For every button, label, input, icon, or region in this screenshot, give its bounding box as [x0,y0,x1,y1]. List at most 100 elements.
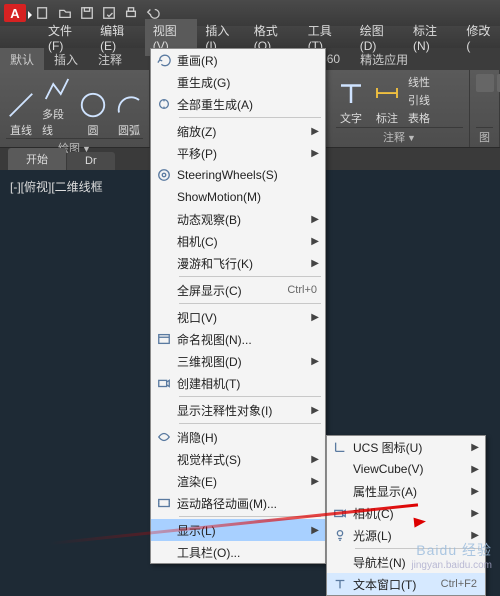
menu-item-icon [151,53,177,67]
chevron-right-icon: ▶ [311,454,319,465]
viewport-label[interactable]: [-][俯视][二维线框 [10,178,103,195]
chevron-right-icon: ▶ [311,126,319,137]
view-menu-item-10[interactable]: 全屏显示(C)Ctrl+0 [151,279,325,301]
view-menu-item-8[interactable]: 相机(C)▶ [151,230,325,252]
menu-item-label: 全部重生成(A) [177,96,325,113]
tab-start[interactable]: 开始 [8,148,66,170]
view-menu-item-11[interactable]: 视口(V)▶ [151,306,325,328]
ribbon-tab-annotate[interactable]: 注释 [88,48,132,71]
menu-separator [179,303,321,304]
circle-label: 圆 [88,122,99,138]
menu-item-label: 重画(R) [177,52,325,69]
chevron-right-icon: ▶ [311,312,319,323]
panel-draw: 直线 多段线 圆 圆弧 绘图▼ [0,70,150,147]
menu-item-label: 显示(L) [177,522,325,539]
line-label: 直线 [10,122,32,138]
menu-bar: 文件(F) 编辑(E) 视图(V) 插入(I) 格式(O) 工具(T) 绘图(D… [0,26,500,48]
menu-item-label: 平移(P) [177,145,325,162]
view-menu-item-17[interactable]: 视觉样式(S)▶ [151,448,325,470]
menu-item-icon [151,97,177,111]
chevron-right-icon: ▶ [471,442,479,453]
chevron-right-icon: ▶ [471,486,479,497]
view-menu-item-18[interactable]: 渲染(E)▶ [151,470,325,492]
menu-modify[interactable]: 修改( [458,19,500,56]
leader-button[interactable]: 引线 [408,92,430,108]
chevron-right-icon: ▶ [471,464,479,475]
tab-drawing[interactable]: Dr [67,152,115,170]
circle-button[interactable]: 圆 [78,90,108,138]
view-menu-item-0[interactable]: 重画(R) [151,49,325,71]
watermark-url: jingyan.baidu.com [411,560,492,571]
submenu-item-label: 属性显示(A) [353,483,485,500]
view-menu-item-2[interactable]: 全部重生成(A) [151,93,325,115]
menu-item-label: 创建相机(T) [177,375,325,392]
view-menu-item-1[interactable]: 重生成(G) [151,71,325,93]
display-submenu-item-2[interactable]: 属性显示(A)▶ [327,480,485,502]
chevron-right-icon: ▶ [311,405,319,416]
menu-item-icon [151,430,177,444]
arc-label: 圆弧 [118,122,140,138]
dimension-label: 标注 [376,110,398,126]
watermark: Baidu 经验 jingyan.baidu.com [411,540,492,571]
menu-item-label: 重生成(G) [177,74,325,91]
submenu-item-label: 文本窗口(T) [353,576,441,593]
menu-item-label: SteeringWheels(S) [177,168,325,182]
arc-button[interactable]: 圆弧 [114,90,144,138]
text-button[interactable]: 文字 [336,78,366,126]
submenu-item-icon [327,528,353,542]
view-menu-item-3[interactable]: 缩放(Z)▶ [151,120,325,142]
view-menu-item-19[interactable]: 运动路径动画(M)... [151,492,325,514]
linear-button[interactable]: 线性 [408,74,430,90]
watermark-logo: Baidu 经验 [411,540,492,560]
chevron-right-icon: ▶ [311,214,319,225]
app-logo[interactable]: A [4,4,26,22]
chevron-right-icon: ▶ [471,508,479,519]
menu-item-label: 全屏显示(C) [177,282,287,299]
polyline-button[interactable]: 多段线 [42,74,72,138]
menu-separator [179,423,321,424]
panel-annotate: 文字 标注 线性 引线 表格 注释▼ [330,70,470,147]
view-menu-item-12[interactable]: 命名视图(N)... [151,328,325,350]
display-submenu-item-0[interactable]: UCS 图标(U)▶ [327,436,485,458]
view-menu-item-13[interactable]: 三维视图(D)▶ [151,350,325,372]
menu-item-icon [151,496,177,510]
menu-item-label: 运动路径动画(M)... [177,495,325,512]
view-menu-item-7[interactable]: 动态观察(B)▶ [151,208,325,230]
view-menu-item-15[interactable]: 显示注释性对象(I)▶ [151,399,325,421]
line-button[interactable]: 直线 [6,90,36,138]
menu-item-icon [151,168,177,182]
menu-item-icon [151,332,177,346]
view-menu-item-6[interactable]: ShowMotion(M) [151,186,325,208]
ribbon-tab-default[interactable]: 默认 [0,48,44,71]
submenu-item-label: UCS 图标(U) [353,439,485,456]
menu-item-label: 工具栏(O)... [177,544,325,561]
display-submenu-item-6[interactable]: 文本窗口(T)Ctrl+F2 [327,573,485,595]
submenu-item-icon [327,577,353,591]
display-submenu-item-1[interactable]: ViewCube(V)▶ [327,458,485,480]
view-menu-item-5[interactable]: SteeringWheels(S) [151,164,325,186]
menu-item-label: 视觉样式(S) [177,451,325,468]
chevron-right-icon: ▶ [471,530,479,541]
submenu-item-label: ViewCube(V) [353,462,485,476]
view-menu-item-21[interactable]: 工具栏(O)... [151,541,325,563]
menu-item-shortcut: Ctrl+0 [287,284,325,296]
table-button[interactable]: 表格 [408,110,430,126]
submenu-item-shortcut: Ctrl+F2 [441,578,485,590]
dimension-button[interactable]: 标注 [372,78,402,126]
view-menu-item-9[interactable]: 漫游和飞行(K)▶ [151,252,325,274]
menu-item-label: 显示注释性对象(I) [177,402,325,419]
text-label: 文字 [340,110,362,126]
menu-item-label: 相机(C) [177,233,325,250]
panel-annotate-title[interactable]: 注释▼ [336,127,463,145]
display-submenu: UCS 图标(U)▶ViewCube(V)▶属性显示(A)▶相机(C)▶光源(L… [326,435,486,596]
view-menu-item-4[interactable]: 平移(P)▶ [151,142,325,164]
menu-separator [179,117,321,118]
chevron-right-icon: ▶ [311,525,319,536]
menu-item-icon [151,376,177,390]
view-menu-item-16[interactable]: 消隐(H) [151,426,325,448]
chevron-right-icon: ▶ [311,356,319,367]
ribbon-tab-insert[interactable]: 插入 [44,48,88,71]
view-menu-item-14[interactable]: 创建相机(T) [151,372,325,394]
ribbon-tab-featured[interactable]: 精选应用 [350,48,418,71]
menu-item-label: 三维视图(D) [177,353,325,370]
